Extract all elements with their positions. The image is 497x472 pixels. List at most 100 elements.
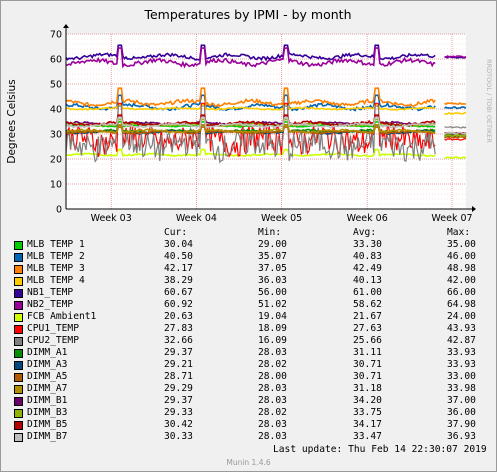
column-header-cur: Cur: xyxy=(164,227,188,238)
legend-row: DIMM_B5 30.42 28.03 34.17 37.90 xyxy=(1,419,496,431)
legend-min-value: 28.03 xyxy=(258,395,287,406)
legend-row: MLB TEMP 1 30.04 29.00 33.30 35.00 xyxy=(1,239,496,251)
legend-series-name: CPU1_TEMP xyxy=(27,323,79,334)
legend-series-name: DIMM_B7 xyxy=(27,431,68,442)
legend-row: MLB TEMP 2 40.50 35.07 40.83 46.00 xyxy=(1,251,496,263)
legend-series-name: MLB TEMP 3 xyxy=(27,263,85,274)
legend-min-value: 36.03 xyxy=(258,275,287,286)
y-tick-label: 10 xyxy=(50,180,62,191)
column-header-min: Min: xyxy=(258,227,282,238)
legend-cur-value: 29.29 xyxy=(164,383,193,394)
y-axis-label: Degrees Celsius xyxy=(6,79,18,163)
legend-avg-value: 27.63 xyxy=(353,323,382,334)
legend-row: DIMM_A7 29.29 28.03 31.18 33.98 xyxy=(1,383,496,395)
legend-series-name: DIMM_A3 xyxy=(27,359,68,370)
legend-row: DIMM_A3 29.21 28.02 30.71 33.93 xyxy=(1,359,496,371)
legend-swatch xyxy=(14,265,23,274)
legend-row: DIMM_B7 30.33 28.03 33.47 36.93 xyxy=(1,431,496,443)
legend-cur-value: 30.04 xyxy=(164,239,193,250)
column-header-avg: Avg: xyxy=(353,227,377,238)
legend-max-value: 66.00 xyxy=(447,287,476,298)
legend-avg-value: 40.83 xyxy=(353,251,382,262)
legend-max-value: 36.00 xyxy=(447,407,476,418)
legend-min-value: 56.00 xyxy=(258,287,287,298)
legend-swatch xyxy=(14,313,23,322)
legend-avg-value: 40.13 xyxy=(353,275,382,286)
y-tick-label: 70 xyxy=(50,30,62,41)
legend-max-value: 33.93 xyxy=(447,347,476,358)
legend-swatch xyxy=(14,397,23,406)
x-axis-arrow xyxy=(472,206,476,212)
legend-row: FCB Ambient1 20.63 19.04 21.67 24.00 xyxy=(1,311,496,323)
y-tick-label: 60 xyxy=(50,55,62,66)
last-update-text: Last update: Thu Feb 14 22:30:07 2019 xyxy=(273,444,487,455)
legend-series-name: DIMM_A7 xyxy=(27,383,68,394)
legend-swatch xyxy=(14,349,23,358)
legend-avg-value: 25.66 xyxy=(353,335,382,346)
y-tick-label: 40 xyxy=(50,105,62,116)
legend-swatch xyxy=(14,289,23,298)
legend-avg-value: 42.49 xyxy=(353,263,382,274)
y-tick-label: 20 xyxy=(50,155,62,166)
legend-series-name: DIMM_B5 xyxy=(27,419,68,430)
y-axis-arrow xyxy=(63,24,69,28)
x-tick-label: Week 07 xyxy=(431,213,472,224)
legend-avg-value: 34.17 xyxy=(353,419,382,430)
legend-cur-value: 38.29 xyxy=(164,275,193,286)
legend-series-name: DIMM_A5 xyxy=(27,371,68,382)
x-tick-label: Week 04 xyxy=(176,213,217,224)
legend-min-value: 28.03 xyxy=(258,347,287,358)
legend-swatch xyxy=(14,301,23,310)
legend-swatch xyxy=(14,241,23,250)
legend-cur-value: 20.63 xyxy=(164,311,193,322)
legend-min-value: 35.07 xyxy=(258,251,287,262)
legend-row: DIMM_A5 28.71 28.00 30.71 33.00 xyxy=(1,371,496,383)
legend-row: CPU2_TEMP 32.66 16.09 25.66 42.87 xyxy=(1,335,496,347)
legend-avg-value: 58.62 xyxy=(353,299,382,310)
legend-cur-value: 60.92 xyxy=(164,299,193,310)
legend-avg-value: 33.75 xyxy=(353,407,382,418)
legend-series-name: MLB TEMP 2 xyxy=(27,251,85,262)
legend-cur-value: 29.37 xyxy=(164,395,193,406)
legend-cur-value: 30.33 xyxy=(164,431,193,442)
legend-min-value: 29.00 xyxy=(258,239,287,250)
legend-max-value: 42.87 xyxy=(447,335,476,346)
legend-series-name: DIMM_B1 xyxy=(27,395,68,406)
legend-row: NB1_TEMP 60.67 56.00 61.00 66.00 xyxy=(1,287,496,299)
legend-cur-value: 40.50 xyxy=(164,251,193,262)
legend-min-value: 19.04 xyxy=(258,311,287,322)
legend-avg-value: 61.00 xyxy=(353,287,382,298)
legend-cur-value: 28.71 xyxy=(164,371,193,382)
legend-avg-value: 21.67 xyxy=(353,311,382,322)
legend-row: MLB TEMP 4 38.29 36.03 40.13 42.00 xyxy=(1,275,496,287)
legend-swatch xyxy=(14,361,23,370)
x-tick-label: Week 06 xyxy=(347,213,388,224)
temperature-chart: Temperatures by IPMI - by month Degrees C… xyxy=(6,7,493,224)
legend-max-value: 43.93 xyxy=(447,323,476,334)
legend-cur-value: 60.67 xyxy=(164,287,193,298)
legend-row: MLB TEMP 3 42.17 37.05 42.49 48.98 xyxy=(1,263,496,275)
legend-min-value: 18.09 xyxy=(258,323,287,334)
legend-avg-value: 33.30 xyxy=(353,239,382,250)
rrdtool-watermark: RRDTOOL / TOBI OETIKER xyxy=(485,59,493,143)
legend-swatch xyxy=(14,337,23,346)
y-tick-label: 30 xyxy=(50,130,62,141)
legend-cur-value: 29.33 xyxy=(164,407,193,418)
y-tick-label: 0 xyxy=(56,205,62,216)
legend-max-value: 35.00 xyxy=(447,239,476,250)
legend-row: DIMM_A1 29.37 28.03 31.11 33.93 xyxy=(1,347,496,359)
legend-row: NB2_TEMP 60.92 51.02 58.62 64.98 xyxy=(1,299,496,311)
legend-max-value: 33.98 xyxy=(447,383,476,394)
legend-max-value: 64.98 xyxy=(447,299,476,310)
legend-min-value: 28.02 xyxy=(258,407,287,418)
munin-graph: Temperatures by IPMI - by month Degrees C… xyxy=(0,0,497,472)
legend-swatch xyxy=(14,373,23,382)
legend-min-value: 16.09 xyxy=(258,335,287,346)
legend-swatch xyxy=(14,385,23,394)
legend-max-value: 33.00 xyxy=(447,371,476,382)
legend-avg-value: 34.20 xyxy=(353,395,382,406)
column-header-max: Max: xyxy=(447,227,471,238)
series-line-recent xyxy=(444,55,467,59)
chart-title: Temperatures by IPMI - by month xyxy=(143,7,351,22)
legend-avg-value: 33.47 xyxy=(353,431,382,442)
